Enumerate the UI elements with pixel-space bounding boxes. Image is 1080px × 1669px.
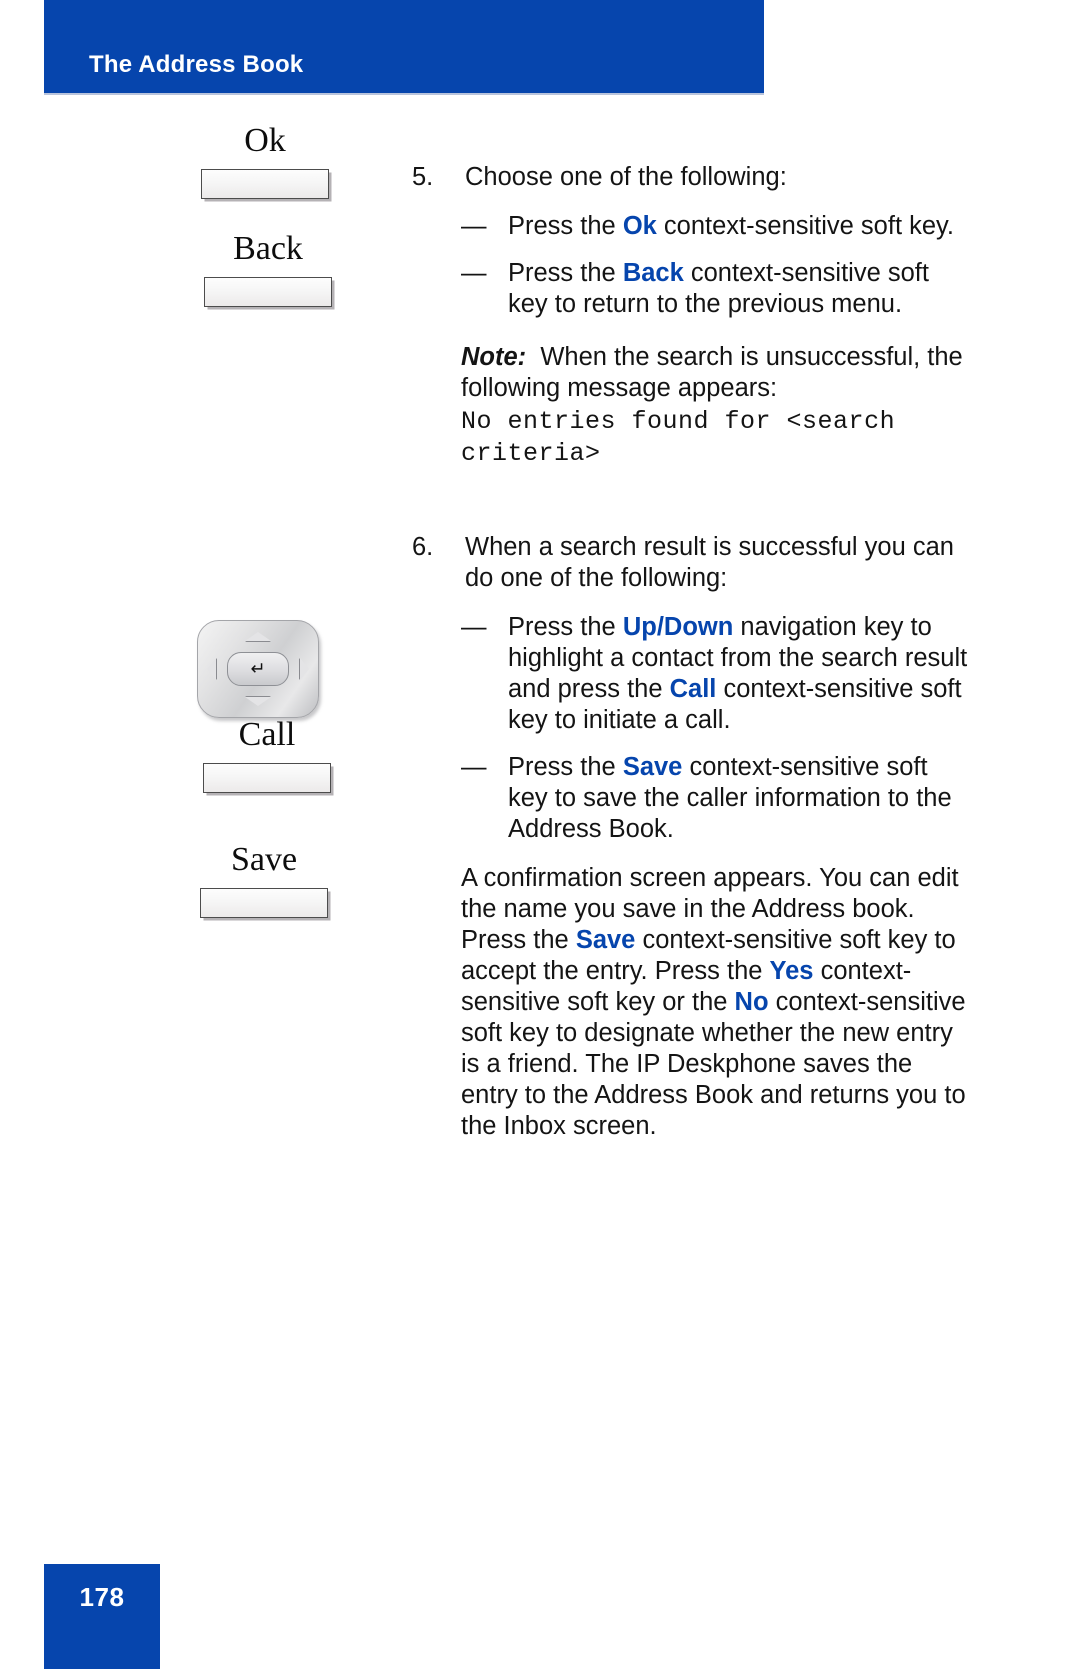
- step-6-bullet-1: — Press the Up/Down navigation key to hi…: [408, 612, 968, 736]
- step-6-text: When a search result is successful you c…: [465, 533, 954, 592]
- step-6-bullet-2: — Press the Save context-sensitive soft …: [408, 752, 968, 845]
- navigation-up-arrow-icon[interactable]: [245, 632, 271, 641]
- confirmation-paragraph: A confirmation screen appears. You can e…: [408, 863, 968, 1142]
- ok-softkey-graphic: Ok: [190, 124, 340, 199]
- save-softkey-label: Save: [230, 841, 298, 878]
- step-5-text: Choose one of the following:: [465, 163, 787, 191]
- step-6-bullet-1-dash: —: [461, 613, 487, 641]
- step-5-bullet-2: — Press the Back context-sensitive soft …: [408, 258, 968, 320]
- no-entries-message: No entries found for <search criteria>: [461, 407, 896, 468]
- call-softkey-button[interactable]: [203, 763, 331, 793]
- step-6-bullet-2-text: Press the Save context-sensitive soft ke…: [508, 753, 952, 843]
- keyword-no: No: [734, 988, 769, 1016]
- navigation-right-arrow-icon[interactable]: [300, 658, 309, 680]
- call-softkey-graphic: Call: [192, 718, 342, 793]
- back-softkey-graphic: Back: [193, 232, 343, 307]
- keyword-save: Save: [575, 926, 636, 954]
- keyword-up: Up: [622, 613, 657, 641]
- step-5-bullet-2-text: Press the Back context-sensitive soft ke…: [508, 259, 929, 318]
- body-text-run: Press the: [508, 212, 623, 240]
- confirmation-paragraph-text: A confirmation screen appears. You can e…: [461, 864, 966, 1140]
- save-softkey-button[interactable]: [200, 888, 328, 918]
- page-title: The Address Book: [89, 51, 304, 78]
- call-softkey-label: Call: [238, 716, 296, 753]
- body-text-run: Press the: [508, 753, 623, 781]
- keyword--: /: [656, 613, 664, 641]
- step-6: 6. When a search result is successful yo…: [408, 532, 968, 594]
- note-label: Note:: [461, 343, 527, 371]
- body-text-run: Press the: [508, 613, 623, 641]
- page-number: 178: [79, 1582, 125, 1612]
- step-5: 5. Choose one of the following:: [408, 162, 968, 193]
- navigation-key-cluster[interactable]: ↵: [197, 620, 319, 718]
- step-5-bullet-2-dash: —: [461, 259, 487, 287]
- step-6-number: 6.: [412, 533, 434, 561]
- save-softkey-graphic: Save: [189, 843, 339, 918]
- step-5-bullet-1: — Press the Ok context-sensitive soft ke…: [408, 211, 968, 242]
- step-5-number: 5.: [412, 163, 434, 191]
- step-5-bullet-1-dash: —: [461, 212, 487, 240]
- back-softkey-button[interactable]: [204, 277, 332, 307]
- page-header-banner: The Address Book: [44, 0, 764, 93]
- instructions-column: 5. Choose one of the following: — Press …: [408, 110, 968, 1142]
- step-5-bullet-1-text: Press the Ok context-sensitive soft key.: [508, 212, 954, 240]
- step-6-bullet-1-text: Press the Up/Down navigation key to high…: [508, 613, 967, 734]
- footer-page-block: 178: [44, 1564, 160, 1669]
- keyword-call: Call: [669, 675, 717, 703]
- back-softkey-label: Back: [233, 230, 303, 267]
- header-underline-rule: [44, 93, 764, 95]
- body-text-run: context-sensitive soft key.: [656, 212, 954, 240]
- keyword-save: Save: [622, 753, 683, 781]
- ok-softkey-button[interactable]: [201, 169, 329, 199]
- body-text-run: Press the: [508, 259, 623, 287]
- enter-arrow-icon: ↵: [250, 658, 266, 679]
- step-6-bullet-2-dash: —: [461, 753, 487, 781]
- navigation-down-arrow-icon[interactable]: [245, 697, 271, 706]
- keyword-down: Down: [663, 613, 734, 641]
- navigation-enter-key[interactable]: ↵: [227, 652, 289, 686]
- ok-softkey-label: Ok: [244, 122, 286, 159]
- keyword-ok: Ok: [622, 212, 657, 240]
- keyword-yes: Yes: [769, 957, 814, 985]
- keyword-back: Back: [622, 259, 684, 287]
- navigation-left-arrow-icon[interactable]: [207, 658, 216, 680]
- step-5-note: Note: When the search is unsuccessful, t…: [408, 342, 968, 470]
